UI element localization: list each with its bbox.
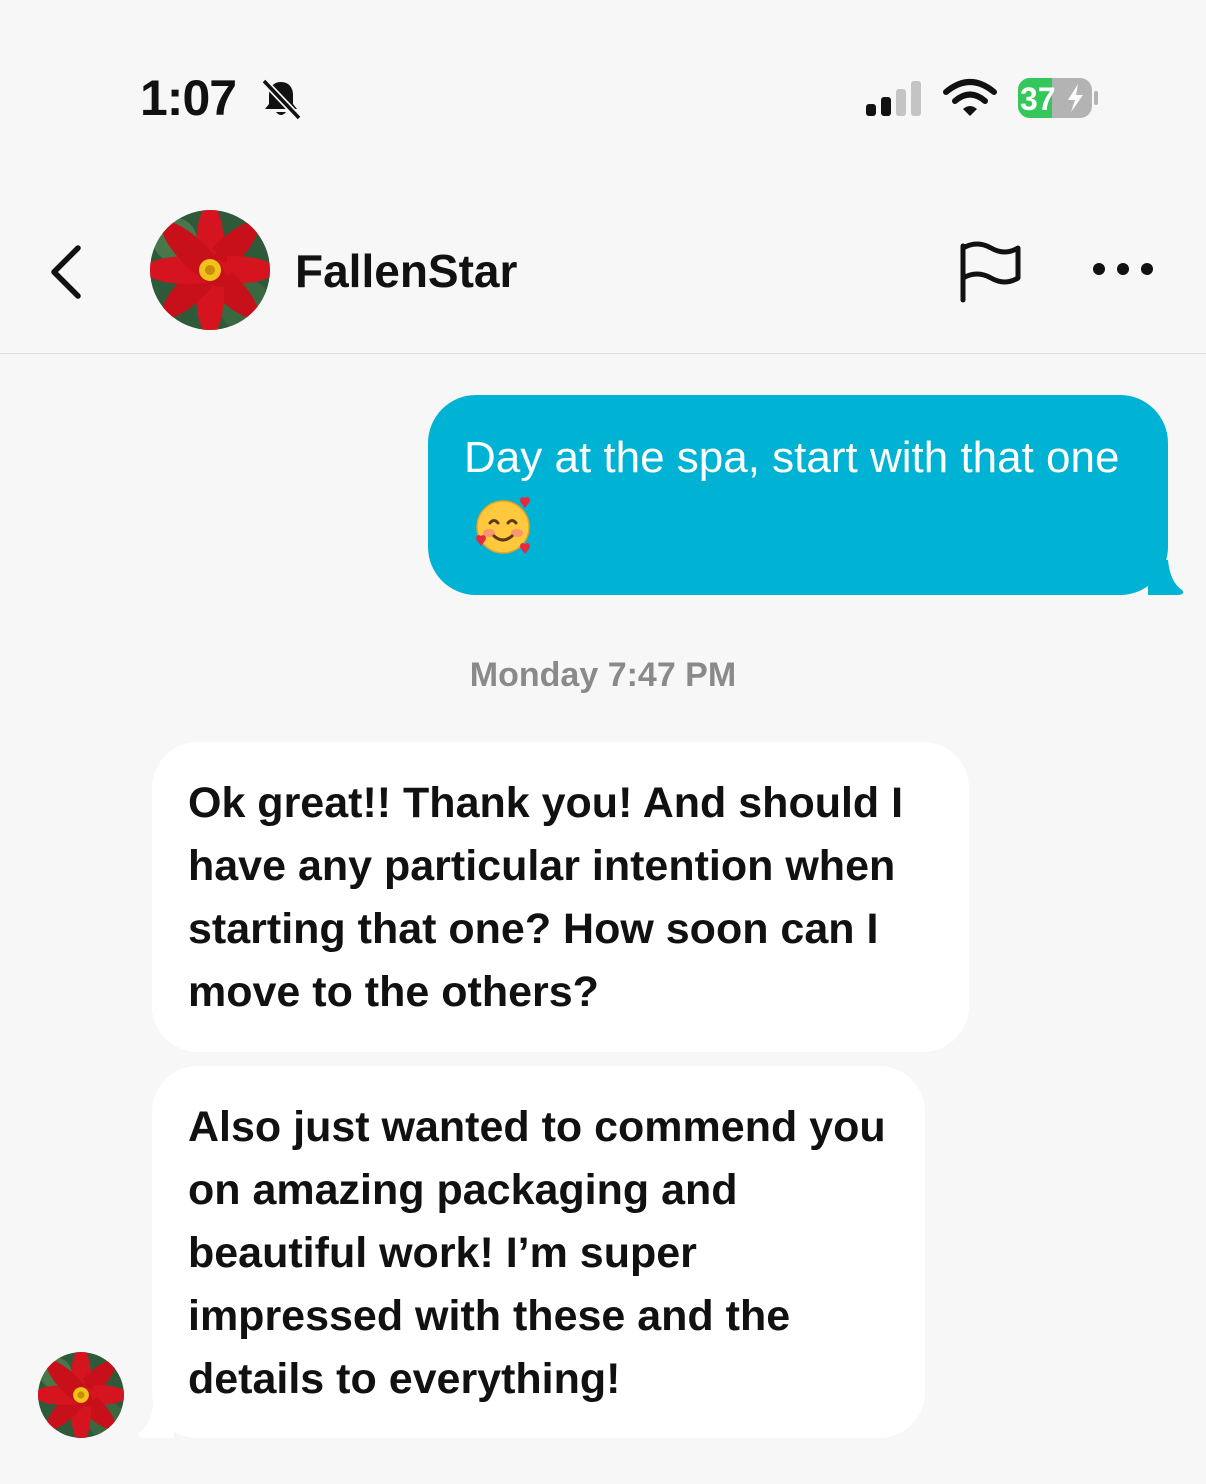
bell-slash-icon	[261, 78, 302, 121]
status-time: 1:07	[140, 70, 237, 126]
back-chevron-icon[interactable]	[40, 240, 90, 304]
smiling-face-with-hearts-icon	[476, 497, 530, 554]
message-text: Ok great!! Thank you! And should I have …	[188, 779, 904, 1016]
message-text: Also just wanted to commend you on amazi…	[188, 1103, 886, 1403]
conversation-header: FallenStar	[0, 190, 1206, 354]
outgoing-message-bubble[interactable]: Day at the spa, start with that one	[428, 395, 1168, 595]
message-timestamp: Monday 7:47 PM	[469, 656, 737, 694]
incoming-bubble-tail	[138, 1400, 174, 1438]
battery-charging-icon: 37	[1018, 78, 1098, 118]
red-flower-icon	[150, 210, 270, 330]
message-text: Day at the spa, start with that one	[464, 433, 1120, 482]
contact-avatar[interactable]	[150, 210, 270, 330]
red-flower-icon	[38, 1352, 124, 1438]
wifi-icon	[943, 79, 997, 116]
contact-name[interactable]: FallenStar	[295, 242, 517, 300]
cellular-signal-icon	[866, 81, 921, 116]
battery-level-text: 37	[1020, 81, 1056, 117]
outgoing-bubble-tail	[1148, 560, 1184, 595]
flag-icon[interactable]	[955, 238, 1023, 306]
incoming-message-bubble[interactable]: Also just wanted to commend you on amazi…	[152, 1066, 925, 1438]
more-icon[interactable]	[1088, 254, 1158, 284]
sender-avatar[interactable]	[38, 1352, 124, 1438]
incoming-message-bubble[interactable]: Ok great!! Thank you! And should I have …	[152, 742, 969, 1052]
status-bar: 1:07 37	[0, 0, 1206, 190]
